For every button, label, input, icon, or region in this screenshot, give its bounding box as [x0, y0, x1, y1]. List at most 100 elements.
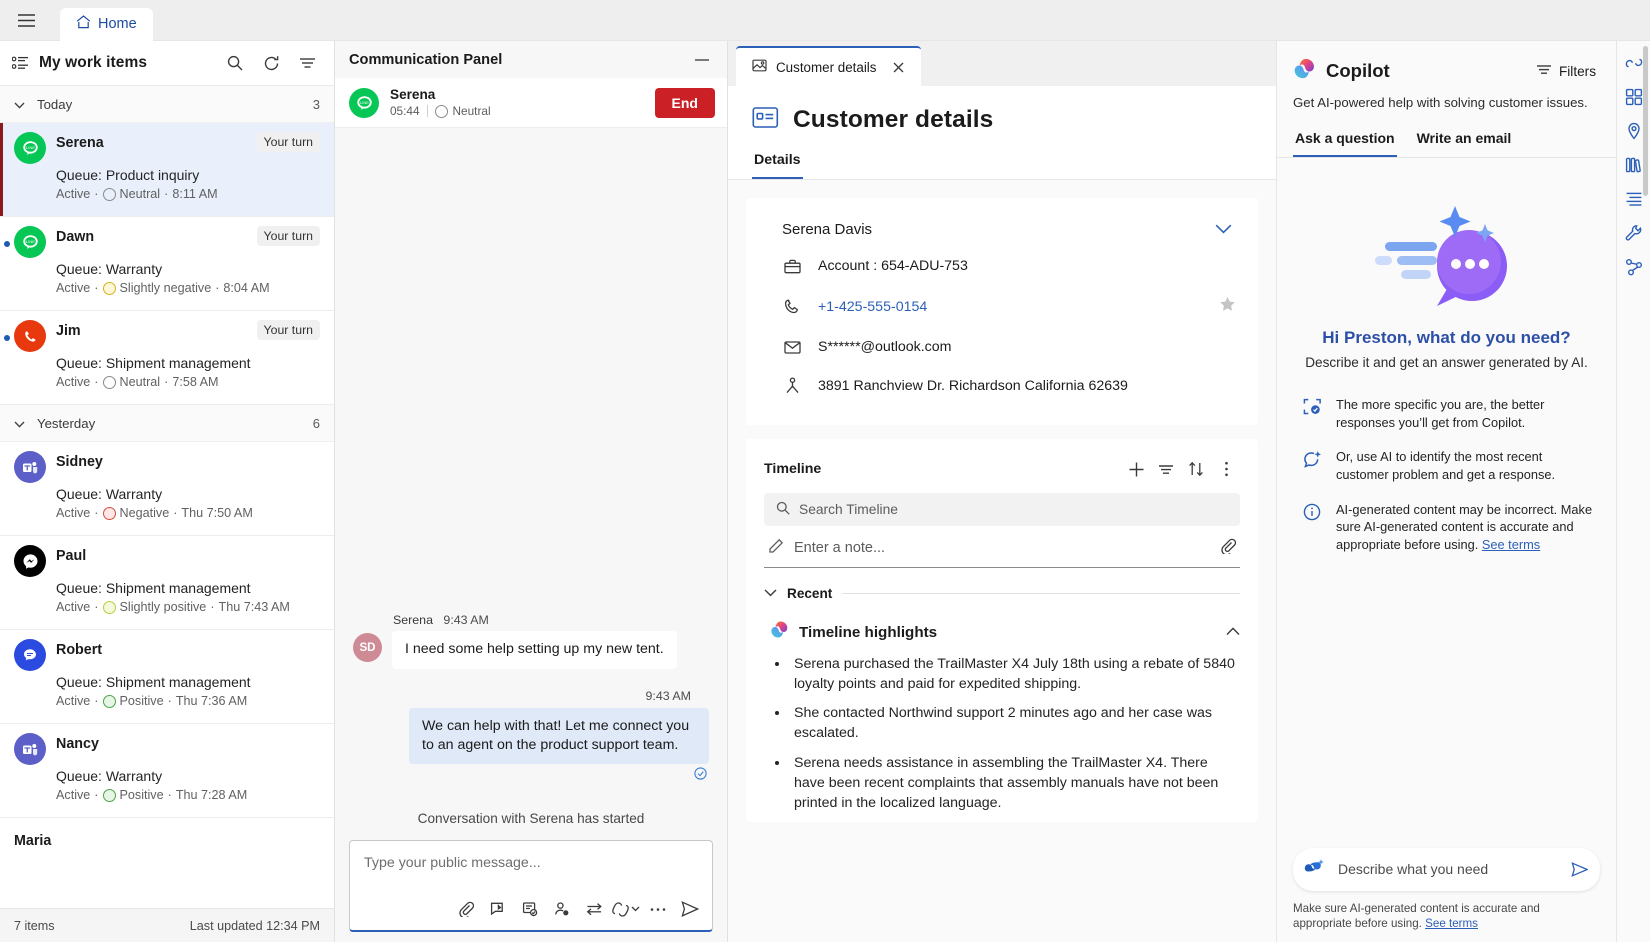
list-icon — [12, 56, 29, 70]
group-header-yesterday[interactable]: Yesterday 6 — [0, 405, 334, 442]
sentiment-icon — [102, 600, 116, 614]
work-item-serena[interactable]: LINE Serena Your turn Queue: Product inq… — [0, 123, 334, 217]
timeline-note-input[interactable]: Enter a note... — [764, 526, 1240, 568]
timeline-header: Timeline — [764, 455, 1240, 483]
more-icon[interactable] — [644, 895, 672, 923]
copilot-icon[interactable] — [612, 895, 640, 923]
message-input[interactable]: Type your public message... — [350, 841, 712, 891]
work-item-name: Maria — [14, 833, 52, 849]
work-item-nancy[interactable]: Nancy Queue: Warranty Active · Positive … — [0, 724, 334, 818]
copilot-input-bar[interactable]: Describe what you need — [1293, 847, 1600, 891]
work-item-queue: Queue: Product inquiry — [56, 167, 200, 183]
message-composer[interactable]: Type your public message... — [349, 840, 713, 932]
work-item-queue: Queue: Warranty — [56, 768, 163, 784]
copilot-hero-subtitle: Describe it and get an answer generated … — [1305, 355, 1588, 370]
sentiment-icon — [102, 506, 116, 520]
copilot-title: Copilot — [1326, 60, 1390, 81]
work-item-meta: Active · Slightly positive · Thu 7:43 AM — [56, 600, 320, 614]
group-count: 3 — [312, 96, 320, 112]
chevron-up-icon[interactable] — [1226, 623, 1240, 641]
copilot-input-placeholder[interactable]: Describe what you need — [1338, 861, 1556, 877]
group-count: 6 — [312, 415, 320, 431]
work-item-sidney[interactable]: Sidney Queue: Warranty Active · Negative… — [0, 442, 334, 536]
copilot-tabs: Ask a question Write an email — [1277, 124, 1616, 158]
minimize-icon[interactable] — [689, 47, 715, 73]
attach-icon[interactable] — [1220, 538, 1237, 558]
phone-value[interactable]: +1-425-555-0154 — [818, 299, 1203, 315]
meta-sep: · — [164, 375, 169, 389]
group-header-today[interactable]: Today 3 — [0, 86, 334, 123]
meta-sep: · — [94, 281, 99, 295]
communication-panel: Communication Panel LINE Serena 05:44 Ne… — [335, 41, 728, 942]
note-placeholder: Enter a note... — [794, 540, 886, 556]
customer-summary-icon[interactable] — [548, 895, 576, 923]
chevron-down-icon — [764, 584, 777, 602]
chat-transcript: Serena 9:43 AM SD I need some help setti… — [335, 128, 727, 840]
timeline-recent-header[interactable]: Recent — [764, 584, 1240, 602]
your-turn-badge: Your turn — [256, 320, 320, 340]
meta-sep: · — [167, 788, 172, 802]
work-item-status: Active — [56, 788, 91, 802]
line-channel-icon: LINE — [349, 87, 379, 118]
transfer-icon[interactable] — [580, 895, 608, 923]
work-items-header: My work items — [0, 41, 334, 86]
message-incoming: Serena 9:43 AM SD I need some help setti… — [353, 613, 709, 669]
refresh-icon[interactable] — [258, 50, 284, 76]
work-item-dawn[interactable]: LINE Dawn Your turn Queue: Warranty Acti… — [0, 217, 334, 311]
timeline-highlights-card: Timeline highlights Serena purchased the… — [764, 616, 1240, 813]
relationship-rail-icon[interactable] — [1620, 253, 1648, 281]
address-value: 3891 Ranchview Dr. Richardson California… — [818, 377, 1128, 394]
sort-icon[interactable] — [1182, 455, 1210, 483]
send-icon[interactable] — [1566, 856, 1592, 882]
work-item-paul[interactable]: Paul Queue: Shipment management Active ·… — [0, 536, 334, 630]
page-title-row: Customer details — [728, 86, 1276, 134]
filter-icon[interactable] — [294, 50, 320, 76]
work-item-robert[interactable]: Robert Queue: Shipment management Active… — [0, 630, 334, 724]
end-conversation-button[interactable]: End — [654, 87, 715, 118]
sparkle-chat-icon — [1303, 448, 1323, 474]
search-icon[interactable] — [222, 50, 248, 76]
work-item-time: Thu 7:28 AM — [175, 788, 248, 802]
send-icon[interactable] — [676, 895, 704, 923]
work-item-time: 8:04 AM — [223, 281, 270, 295]
add-icon[interactable] — [1122, 455, 1150, 483]
knowledge-article-icon[interactable] — [516, 895, 544, 923]
see-terms-link[interactable]: See terms — [1425, 917, 1478, 930]
filter-icon[interactable] — [1152, 455, 1180, 483]
work-item-status: Active — [56, 506, 91, 520]
work-item-name: Jim — [56, 323, 81, 339]
attach-icon[interactable] — [452, 895, 480, 923]
teams-channel-icon — [14, 451, 46, 483]
communication-panel-title: Communication Panel — [349, 51, 503, 68]
timeline-search-input[interactable]: Search Timeline — [764, 493, 1240, 526]
work-item-time: Thu 7:36 AM — [175, 694, 248, 708]
page-title: Customer details — [793, 106, 994, 133]
unread-dot — [4, 335, 10, 341]
more-icon[interactable] — [1212, 455, 1240, 483]
tab-home[interactable]: Home — [60, 7, 153, 41]
hamburger-icon[interactable] — [8, 4, 44, 36]
copilot-filters-button[interactable]: Filters — [1530, 59, 1602, 83]
close-icon[interactable] — [889, 58, 907, 76]
home-icon — [76, 15, 91, 33]
tab-details[interactable]: Details — [752, 146, 803, 179]
work-item-maria[interactable]: Maria — [0, 818, 334, 908]
copilot-body: Hi Preston, what do you need? Describe i… — [1277, 158, 1616, 848]
see-terms-link[interactable]: See terms — [1482, 537, 1540, 552]
item-count: 7 items — [14, 918, 55, 933]
tab-write-an-email[interactable]: Write an email — [1415, 124, 1514, 157]
tools-rail-icon[interactable] — [1620, 219, 1648, 247]
work-item-status: Active — [56, 187, 91, 201]
tab-ask-a-question[interactable]: Ask a question — [1293, 124, 1397, 157]
details-scroll-area[interactable]: Serena Davis Account : 654-ADU-753 +1-42… — [728, 180, 1276, 942]
star-icon[interactable] — [1219, 296, 1236, 317]
chevron-down-icon[interactable] — [1210, 216, 1236, 242]
copilot-subtitle: Get AI-powered help with solving custome… — [1293, 95, 1588, 110]
meta-sep: · — [164, 187, 169, 201]
quick-reply-icon[interactable] — [484, 895, 512, 923]
scrollbar-thumb[interactable] — [1643, 46, 1648, 196]
tab-customer-details[interactable]: Customer details — [736, 46, 922, 86]
timeline-highlights-header: Timeline highlights — [764, 616, 1240, 646]
unread-dot — [4, 241, 10, 247]
work-item-jim[interactable]: Jim Your turn Queue: Shipment management… — [0, 311, 334, 405]
